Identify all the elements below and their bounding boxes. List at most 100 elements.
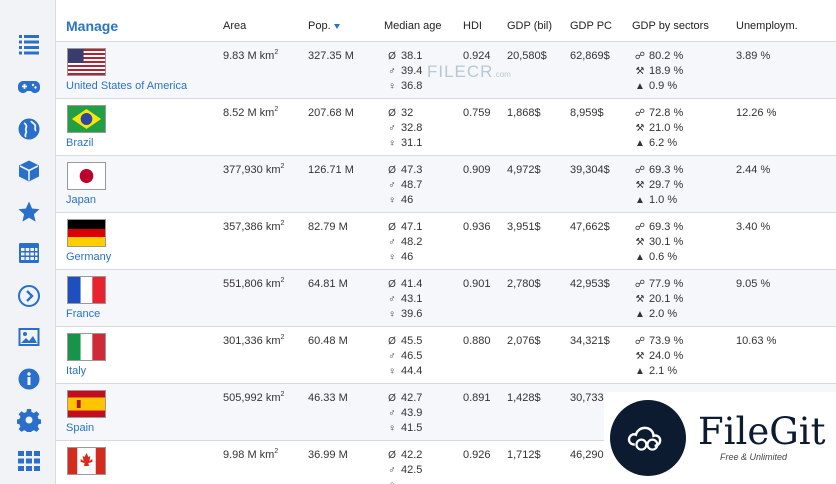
table-row[interactable]: Brazil 8.52 M km2 207.68 M Ø 32 ♂ 32.8 ♀ 31.1 0.7…: [56, 99, 836, 156]
table-header: Manage Area Pop. Median age HDI GDP (bil…: [56, 0, 836, 42]
globe-icon[interactable]: [16, 116, 42, 142]
country-flag-icon[interactable]: [67, 333, 106, 361]
country-name-link[interactable]: United States of America: [66, 80, 187, 92]
unemployment-header[interactable]: Unemploym.: [736, 20, 798, 32]
area-unit-sup: 2: [280, 391, 285, 398]
country-flag-icon[interactable]: [67, 447, 106, 475]
industry-wrench-icon: ⚒: [635, 351, 645, 362]
sector-value: 18.9 %: [649, 65, 684, 77]
image-icon[interactable]: [16, 324, 42, 350]
hdi-cell: 0.926: [463, 449, 491, 461]
median-age-value: 48.2: [401, 236, 423, 248]
table-row[interactable]: Italy 301,336 km2 60.48 M Ø 45.5 ♂ 46.5 ♀ 44.4 0.…: [56, 327, 836, 384]
gamepad-icon[interactable]: [16, 74, 42, 100]
area-unit-sup: 2: [280, 334, 285, 341]
services-cart-icon: ☍: [634, 51, 646, 62]
median-age-cell: Ø 42.2 ♂ 42.5♀: [386, 449, 422, 484]
gdp-pc-header[interactable]: GDP PC: [570, 20, 612, 32]
industry-wrench-icon: ⚒: [635, 294, 645, 305]
table-row[interactable]: Japan 377,930 km2 126.71 M Ø 47.3 ♂ 48.7 ♀ 46 0.9…: [56, 156, 836, 213]
star-icon[interactable]: [16, 199, 42, 225]
hdi-header[interactable]: HDI: [463, 20, 482, 32]
calendar-grid-icon[interactable]: [16, 240, 42, 266]
country-name-link[interactable]: Spain: [66, 422, 94, 434]
gdp-bil-header[interactable]: GDP (bil): [507, 20, 552, 32]
sector-value: 72.8 %: [649, 107, 684, 119]
age-female-icon: ♀: [388, 195, 396, 206]
services-cart-icon: ☍: [634, 222, 646, 233]
hdi-cell: 0.759: [463, 107, 491, 119]
agriculture-tree-icon: ▲: [635, 81, 645, 92]
median-age-value: 38.1: [401, 50, 423, 62]
age-male-icon: ♂: [388, 465, 396, 476]
area-cell: 357,386 km2: [223, 220, 285, 233]
filecr-watermark: FILECR.com: [427, 62, 511, 82]
country-flag-icon[interactable]: [67, 276, 106, 304]
info-icon[interactable]: [16, 366, 42, 392]
pop-header[interactable]: Pop.: [308, 20, 340, 32]
country-name-link[interactable]: Germany: [66, 251, 111, 263]
median-age-value: 48.7: [401, 179, 423, 191]
filecr-watermark-tld: .com: [493, 70, 511, 79]
gdp-sectors-cell: ☍ 73.9 % ⚒ 24.0 % ▲ 2.1 %: [634, 335, 683, 380]
pop-cell: 82.79 M: [308, 221, 348, 233]
filegit-logo-icon: [610, 400, 686, 476]
country-flag-icon[interactable]: [67, 48, 106, 76]
country-flag-icon[interactable]: [67, 105, 106, 133]
gear-icon[interactable]: [16, 407, 42, 433]
cube-icon[interactable]: [16, 158, 42, 184]
gdp-sectors-cell: ☍ 69.3 % ⚒ 29.7 % ▲ 1.0 %: [634, 164, 683, 209]
area-value: 377,930 km: [223, 164, 281, 176]
pop-cell: 46.33 M: [308, 392, 348, 404]
gdp-pc-cell: 42,953$: [570, 278, 610, 290]
median-age-value: 32: [401, 107, 414, 119]
country-name-link[interactable]: France: [66, 308, 100, 320]
apps-grid-icon[interactable]: [16, 448, 42, 474]
age-male-icon: ♂: [388, 294, 396, 305]
age-female-icon: ♀: [388, 366, 396, 377]
area-value: 8.52 M km: [223, 107, 275, 119]
median-age-cell: Ø 41.4 ♂ 43.1 ♀ 39.6: [386, 278, 422, 323]
median-age-value: 42.7: [401, 392, 423, 404]
hdi-cell: 0.909: [463, 164, 491, 176]
gdp-sectors-cell: ☍ 72.8 % ⚒ 21.0 % ▲ 6.2 %: [634, 107, 683, 152]
age-all-icon: Ø: [388, 336, 396, 347]
area-cell: 377,930 km2: [223, 163, 285, 176]
median-age-value: 43.9: [401, 407, 423, 419]
sector-value: 29.7 %: [649, 179, 684, 191]
table-row[interactable]: France 551,806 km2 64.81 M Ø 41.4 ♂ 43.1 ♀ 39.6 0…: [56, 270, 836, 327]
agriculture-tree-icon: ▲: [635, 195, 645, 206]
sector-value: 69.3 %: [649, 221, 684, 233]
median-age-header[interactable]: Median age: [384, 20, 442, 32]
country-flag-icon[interactable]: [67, 162, 106, 190]
sort-desc-icon: [333, 23, 340, 29]
manage-header[interactable]: Manage: [66, 18, 118, 34]
sector-value: 2.0 %: [649, 308, 678, 320]
chevron-circle-icon[interactable]: [16, 283, 42, 309]
median-age-cell: Ø 45.5 ♂ 46.5 ♀ 44.4: [386, 335, 422, 380]
sidebar: [0, 0, 56, 484]
median-age-cell: Ø 38.1 ♂ 39.4 ♀ 36.8: [386, 50, 422, 95]
median-age-value: 32.8: [401, 122, 423, 134]
area-header[interactable]: Area: [223, 20, 246, 32]
gdp-sectors-cell: ☍ 80.2 % ⚒ 18.9 % ▲ 0.9 %: [634, 50, 683, 95]
gdp-sectors-header[interactable]: GDP by sectors: [632, 20, 709, 32]
country-name-link[interactable]: Italy: [66, 365, 86, 377]
gdp-pc-cell: 34,321$: [570, 335, 610, 347]
country-name-link[interactable]: Brazil: [66, 137, 94, 149]
area-unit-sup: 2: [280, 163, 285, 170]
median-age-cell: Ø 32 ♂ 32.8 ♀ 31.1: [386, 107, 422, 152]
list-icon[interactable]: [16, 31, 42, 57]
country-flag-icon[interactable]: [67, 390, 106, 418]
median-age-value: 45.5: [401, 335, 423, 347]
table-row[interactable]: Germany 357,386 km2 82.79 M Ø 47.1 ♂ 48.2 ♀ 46 0.…: [56, 213, 836, 270]
median-age-cell: Ø 47.3 ♂ 48.7 ♀ 46: [386, 164, 422, 209]
median-age-value: 43.1: [401, 293, 423, 305]
hdi-cell: 0.924: [463, 50, 491, 62]
median-age-value: 42.5: [401, 464, 423, 476]
country-name-link[interactable]: Japan: [66, 194, 96, 206]
pop-cell: 36.99 M: [308, 449, 348, 461]
country-flag-icon[interactable]: [67, 219, 106, 247]
gdp-bil-cell: 3,951$: [507, 221, 541, 233]
area-unit-sup: 2: [280, 220, 285, 227]
